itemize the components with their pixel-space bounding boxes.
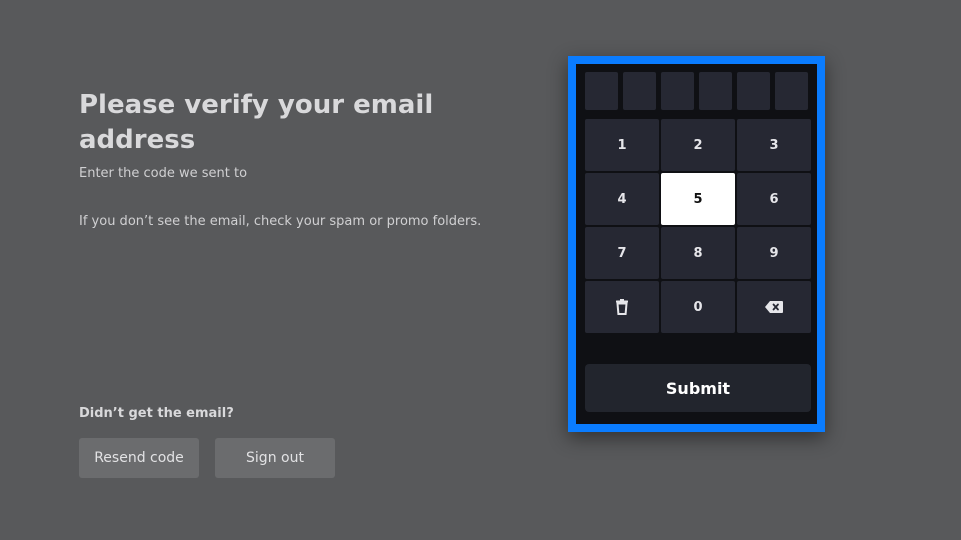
key-9[interactable]: 9 xyxy=(737,227,811,279)
key-6[interactable]: 6 xyxy=(737,173,811,225)
code-cell xyxy=(585,72,618,110)
backspace-button[interactable] xyxy=(737,281,811,333)
code-cell xyxy=(699,72,732,110)
spam-hint: If you don’t see the email, check your s… xyxy=(79,214,482,229)
keypad-grid: 1 2 3 4 5 6 7 8 9 0 xyxy=(585,119,811,333)
sign-out-button[interactable]: Sign out xyxy=(215,438,335,478)
backspace-icon xyxy=(765,301,783,313)
code-input xyxy=(585,72,808,110)
key-7[interactable]: 7 xyxy=(585,227,659,279)
code-cell xyxy=(623,72,656,110)
clear-button[interactable] xyxy=(585,281,659,333)
keypad-panel: 1 2 3 4 5 6 7 8 9 0 Submit xyxy=(568,56,825,432)
key-3[interactable]: 3 xyxy=(737,119,811,171)
verify-email-screen: Please verify your email address Enter t… xyxy=(0,0,961,540)
trash-icon xyxy=(615,299,629,315)
submit-button[interactable]: Submit xyxy=(585,364,811,412)
code-cell xyxy=(661,72,694,110)
key-2[interactable]: 2 xyxy=(661,119,735,171)
resend-code-button[interactable]: Resend code xyxy=(79,438,199,478)
code-cell xyxy=(737,72,770,110)
key-0[interactable]: 0 xyxy=(661,281,735,333)
key-8[interactable]: 8 xyxy=(661,227,735,279)
subtitle: Enter the code we sent to xyxy=(79,166,248,181)
key-4[interactable]: 4 xyxy=(585,173,659,225)
didnt-get-email-label: Didn’t get the email? xyxy=(79,406,234,421)
key-1[interactable]: 1 xyxy=(585,119,659,171)
page-title: Please verify your email address xyxy=(79,90,434,155)
code-cell xyxy=(775,72,808,110)
key-5[interactable]: 5 xyxy=(661,173,735,225)
